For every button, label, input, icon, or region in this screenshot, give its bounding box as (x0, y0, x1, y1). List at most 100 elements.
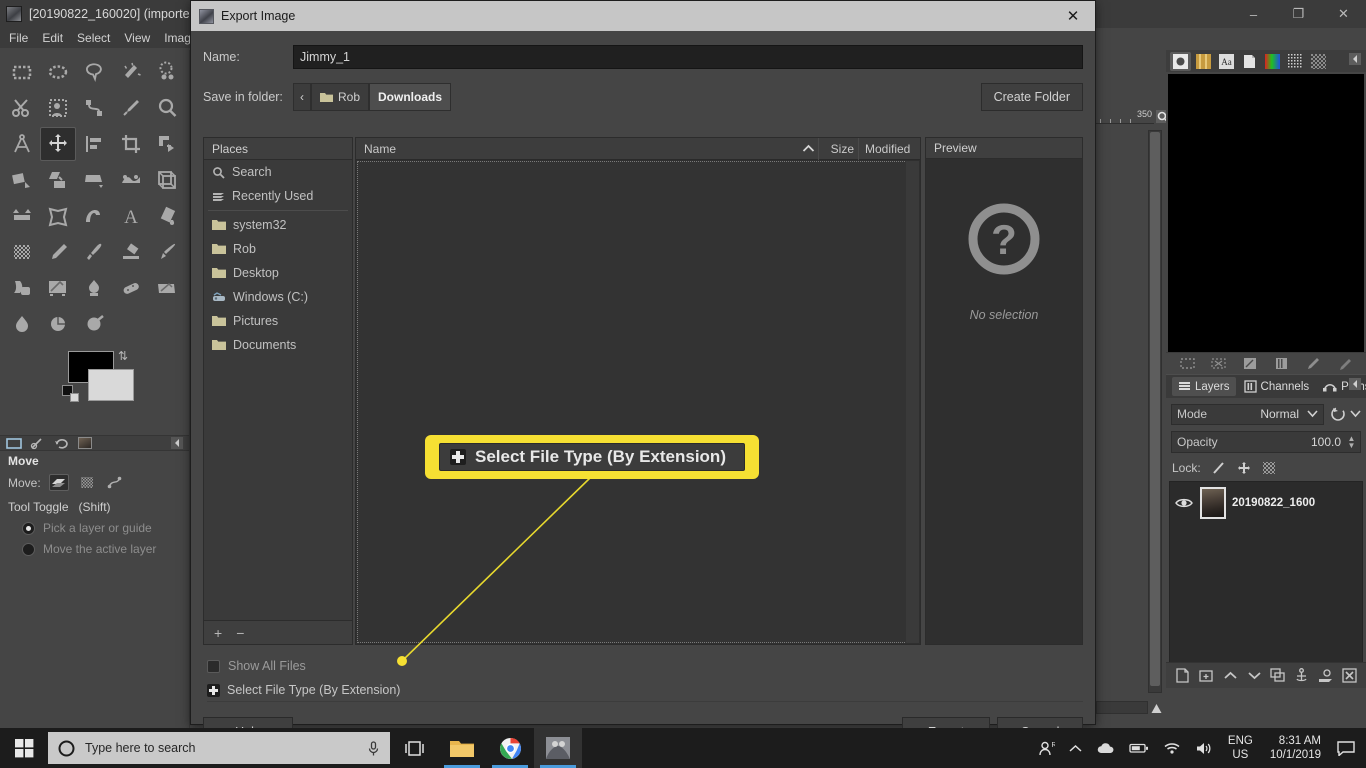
breadcrumb-item-downloads[interactable]: Downloads (369, 83, 452, 111)
place-item-documents[interactable]: Documents (204, 333, 352, 357)
breadcrumb-item-rob[interactable]: Rob (311, 83, 370, 111)
wifi-icon[interactable] (1156, 728, 1188, 768)
clock[interactable]: 8:31 AM 10/1/2019 (1261, 734, 1330, 762)
battery-icon[interactable] (1122, 728, 1156, 768)
merge-layer-icon[interactable] (1318, 668, 1333, 683)
reset-mode-icon[interactable] (1330, 406, 1346, 422)
flip-tool[interactable] (113, 163, 149, 197)
tab-documents[interactable] (1239, 52, 1260, 71)
close-button[interactable]: ✕ (1321, 0, 1366, 28)
column-header-name[interactable]: Name (356, 138, 798, 160)
refresh-brush-icon[interactable] (1337, 357, 1352, 370)
dock-menu-icon[interactable] (1349, 53, 1361, 68)
file-list-scrollbar[interactable] (906, 161, 919, 643)
zoom-tool[interactable] (149, 91, 185, 125)
move-path-mode-button[interactable] (105, 474, 125, 491)
delete-layer-icon[interactable] (1341, 668, 1357, 683)
tab-gradients[interactable] (1262, 52, 1283, 71)
action-center-icon[interactable] (1330, 728, 1362, 768)
opacity-slider[interactable]: Opacity 100.0 ▲ ▼ (1171, 431, 1361, 453)
place-item-pictures[interactable]: Pictures (204, 309, 352, 333)
crop-tool[interactable] (113, 127, 149, 161)
edit-brush-icon[interactable] (1305, 357, 1320, 370)
place-item-desktop[interactable]: Desktop (204, 261, 352, 285)
tab-patterns[interactable] (1193, 52, 1214, 71)
show-hidden-icons-chevron[interactable] (1062, 728, 1089, 768)
paintbrush-tool[interactable] (76, 235, 112, 269)
chevron-down-icon[interactable] (1350, 410, 1361, 418)
dialog-close-button[interactable]: ✕ (1051, 1, 1095, 31)
place-item-search[interactable]: Search (204, 160, 352, 184)
taskbar-chrome[interactable] (486, 728, 534, 768)
ellipse-select-tool[interactable] (40, 55, 76, 89)
tab-layers[interactable]: Layers (1172, 377, 1236, 396)
radio-pick-layer[interactable]: Pick a layer or guide (22, 521, 181, 535)
gradient-tool[interactable] (76, 199, 112, 233)
new-layer-icon[interactable] (1175, 668, 1190, 683)
raise-layer-icon[interactable] (1223, 668, 1238, 683)
duplicate-brush-icon[interactable] (1243, 357, 1258, 370)
scale-tool[interactable] (4, 163, 40, 197)
lock-pixels-icon[interactable] (1212, 461, 1226, 475)
perspective-tool[interactable] (76, 163, 112, 197)
column-header-size[interactable]: Size (818, 137, 858, 160)
ink-tool[interactable] (4, 271, 40, 305)
tab-channels[interactable]: Channels (1238, 377, 1316, 396)
text-tool[interactable]: A (113, 199, 149, 233)
breadcrumb-back-button[interactable]: ‹ (293, 83, 311, 111)
background-color-swatch[interactable] (88, 369, 134, 401)
scissors-select-tool[interactable] (4, 91, 40, 125)
tab-fonts[interactable]: Aa (1216, 52, 1237, 71)
new-brush-icon[interactable] (1180, 357, 1195, 370)
sort-ascending-icon[interactable] (798, 138, 818, 160)
layer-row[interactable]: 20190822_1600 (1170, 482, 1362, 524)
start-button[interactable] (0, 728, 48, 768)
canvas-horizontal-scrollbar[interactable] (1096, 701, 1148, 714)
menu-item-select[interactable]: Select (77, 31, 110, 45)
delete-brush-icon[interactable] (1211, 357, 1227, 370)
open-brush-dialog-icon[interactable] (1274, 357, 1289, 370)
smudge-alt-tool[interactable] (76, 307, 112, 341)
add-place-button[interactable]: + (214, 625, 222, 641)
remove-place-button[interactable]: − (236, 625, 244, 641)
file-type-expander[interactable]: Select File Type (By Extension) (207, 683, 1083, 702)
bucket-fill-tool[interactable] (149, 199, 185, 233)
rect-select-tool[interactable] (4, 55, 40, 89)
tab-palettes[interactable] (1285, 52, 1306, 71)
collapse-dock-icon[interactable] (171, 437, 183, 449)
layer-mode-select[interactable]: Mode Normal (1171, 403, 1324, 425)
move-selection-mode-button[interactable] (77, 474, 97, 491)
alignment-tool[interactable] (76, 127, 112, 161)
microphone-icon[interactable] (367, 740, 380, 757)
paths-tool[interactable] (76, 91, 112, 125)
duplicate-layer-icon[interactable] (1270, 668, 1286, 683)
rotate-tool[interactable] (149, 127, 185, 161)
clone-tool[interactable] (40, 271, 76, 305)
smudge-tool[interactable] (76, 271, 112, 305)
fuzzy-select-tool[interactable] (113, 55, 149, 89)
unified-transform-tool[interactable] (4, 199, 40, 233)
cage-transform-tool[interactable] (149, 163, 185, 197)
dodge-burn-tool[interactable] (40, 307, 76, 341)
layers-dock-menu-icon[interactable] (1349, 378, 1361, 393)
anchor-layer-icon[interactable] (1294, 668, 1309, 683)
lower-layer-icon[interactable] (1247, 668, 1262, 683)
taskbar-search-box[interactable]: Type here to search (48, 732, 390, 764)
opacity-spinner[interactable]: ▲ ▼ (1346, 435, 1357, 450)
file-list-body[interactable] (357, 161, 919, 643)
menu-item-file[interactable]: File (9, 31, 28, 45)
measure-tool[interactable] (4, 127, 40, 161)
canvas-vertical-scrollbar[interactable] (1148, 130, 1162, 693)
place-item-recently-used[interactable]: Recently Used (204, 184, 352, 208)
taskbar-gimp[interactable] (534, 728, 582, 768)
volume-icon[interactable] (1188, 728, 1220, 768)
restore-button[interactable]: ❐ (1276, 0, 1321, 28)
language-indicator[interactable]: ENG US (1220, 734, 1261, 762)
tab-brushes[interactable] (1170, 51, 1191, 71)
move-layer-mode-button[interactable] (48, 474, 69, 491)
radio-move-active-layer[interactable]: Move the active layer (22, 542, 181, 556)
blur-sharpen-tool[interactable] (4, 307, 40, 341)
people-icon[interactable]: R (1031, 728, 1062, 768)
tab-tool-presets[interactable] (1308, 52, 1329, 71)
create-folder-button[interactable]: Create Folder (980, 83, 1083, 111)
